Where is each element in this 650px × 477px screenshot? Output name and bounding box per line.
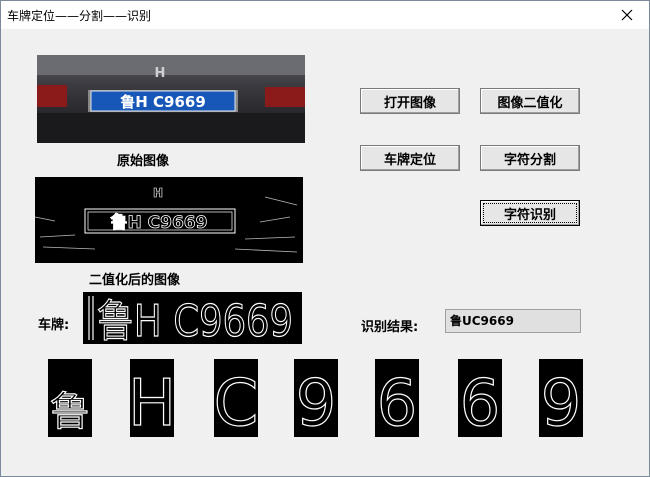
honda-logo: H [155,66,166,81]
binary-image: 鲁H C9669 H [35,177,303,263]
char-tile: 9 [294,359,338,442]
binary-plate-text: 鲁H C9669 [111,212,208,233]
char-tile: 6 [458,359,502,442]
binarize-button[interactable]: 图像二值化 [480,88,580,114]
window-title: 车牌定位——分割——识别 [7,9,152,23]
title-bar: 车牌定位——分割——识别 [1,1,649,29]
char-tile: H [127,359,177,442]
char-tile: 6 [375,359,419,442]
char-tile-text: H [130,367,174,437]
app-window: 车牌定位——分割——识别 鲁H C9669 H 原始图像 鲁H C9669 H … [0,0,650,477]
char-tile-text: 鲁 [50,389,90,435]
char-tile-text: 9 [541,367,582,437]
plate-crop: 鲁H C9669 [83,292,302,344]
original-image: 鲁H C9669 H [37,55,305,143]
char-tile-text: 6 [460,367,501,437]
char-tile-text: C [214,367,258,437]
original-plate-text: 鲁H C9669 [120,93,206,111]
binary-image-caption: 二值化后的图像 [89,273,181,288]
char-tile-text: 6 [377,367,418,437]
locate-plate-button[interactable]: 车牌定位 [360,145,460,171]
char-tile-text: 9 [296,367,337,437]
char-tile: 鲁 [48,359,92,437]
char-tile: C [213,359,259,442]
original-image-caption: 原始图像 [117,154,170,169]
binary-logo: H [153,186,163,200]
close-button[interactable] [605,1,649,29]
char-tile: 9 [539,359,583,442]
open-image-button[interactable]: 打开图像 [360,88,460,114]
recognize-chars-button[interactable]: 字符识别 [480,200,580,226]
recognition-result-field: 鲁UC9669 [445,309,581,333]
close-icon [621,9,633,21]
recognition-label: 识别结果: [361,320,419,335]
segment-chars-button[interactable]: 字符分割 [480,145,580,171]
plate-label: 车牌: [38,318,70,333]
plate-crop-text: 鲁H C9669 [97,296,293,344]
